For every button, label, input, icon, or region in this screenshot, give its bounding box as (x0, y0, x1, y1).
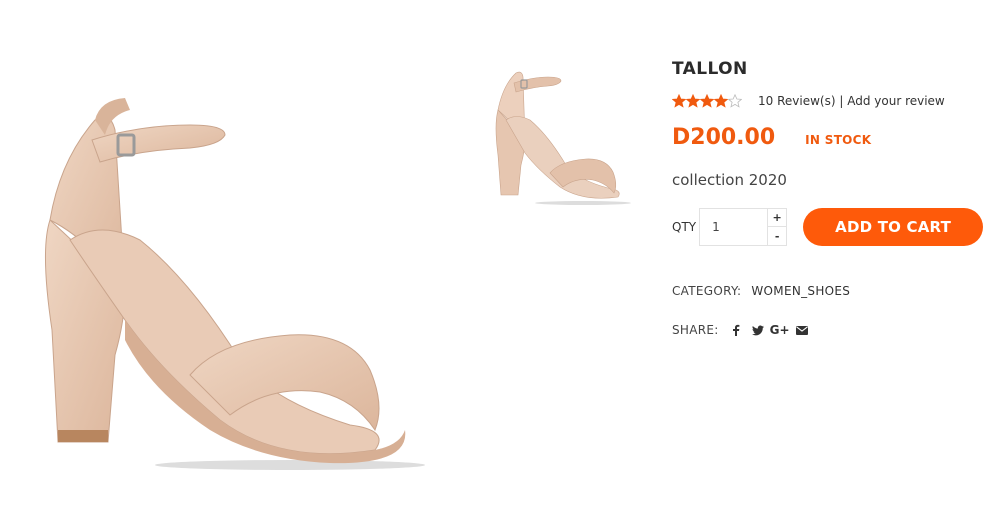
quantity-input[interactable] (700, 209, 769, 245)
product-title: TALLON (672, 59, 748, 79)
star-filled-icon (672, 94, 686, 108)
category-link[interactable]: WOMEN_SHOES (751, 284, 850, 298)
email-icon[interactable] (795, 323, 809, 337)
share-label: SHARE: (672, 323, 719, 337)
product-info-panel: TALLON 10 Review(s) | Add your review D2… (672, 58, 992, 337)
qty-label: QTY (672, 220, 697, 234)
quantity-stepper: + - (699, 208, 788, 246)
star-filled-icon (686, 94, 700, 108)
stock-status: IN STOCK (805, 132, 872, 147)
product-thumbnail-image[interactable] (488, 65, 638, 210)
twitter-icon[interactable] (751, 323, 765, 337)
reviews-info: 10 Review(s) | Add your review (758, 94, 945, 108)
rating-row: 10 Review(s) | Add your review (672, 94, 945, 108)
star-filled-icon (714, 94, 728, 108)
add-review-link[interactable]: Add your review (847, 94, 945, 108)
facebook-icon[interactable] (729, 323, 743, 337)
category-label: CATEGORY: (672, 284, 742, 298)
reviews-separator: | (839, 94, 844, 108)
add-to-cart-button[interactable]: ADD TO CART (803, 208, 984, 246)
product-main-image (44, 98, 425, 470)
reviews-count-link[interactable]: 10 Review(s) (758, 94, 836, 108)
share-row: SHARE: G+ (672, 323, 817, 337)
star-empty-icon (728, 94, 742, 108)
star-filled-icon (700, 94, 714, 108)
qty-increment-button[interactable]: + (767, 209, 787, 227)
category-row: CATEGORY: WOMEN_SHOES (672, 284, 850, 298)
price-row: D200.00 IN STOCK (672, 125, 871, 150)
star-rating (672, 94, 742, 108)
product-price: D200.00 (672, 125, 776, 150)
product-subtitle: collection 2020 (672, 171, 787, 189)
quantity-row: QTY + - ADD TO CART (672, 208, 984, 246)
google-plus-icon[interactable]: G+ (770, 323, 790, 337)
qty-decrement-button[interactable]: - (767, 227, 786, 245)
